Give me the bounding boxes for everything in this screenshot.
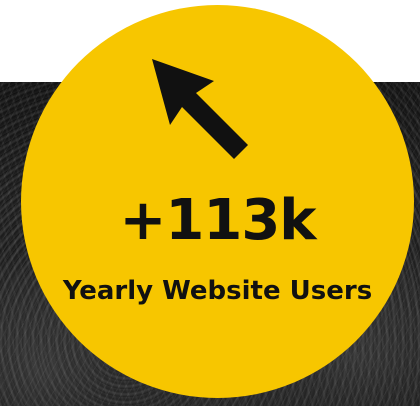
stat-label: Yearly Website Users — [62, 276, 373, 306]
stat-badge: +113k Yearly Website Users — [21, 5, 414, 398]
mouse-cursor-icon — [152, 59, 248, 159]
stat-card: +113k Yearly Website Users — [0, 0, 420, 406]
stat-value: +113k — [119, 188, 316, 253]
